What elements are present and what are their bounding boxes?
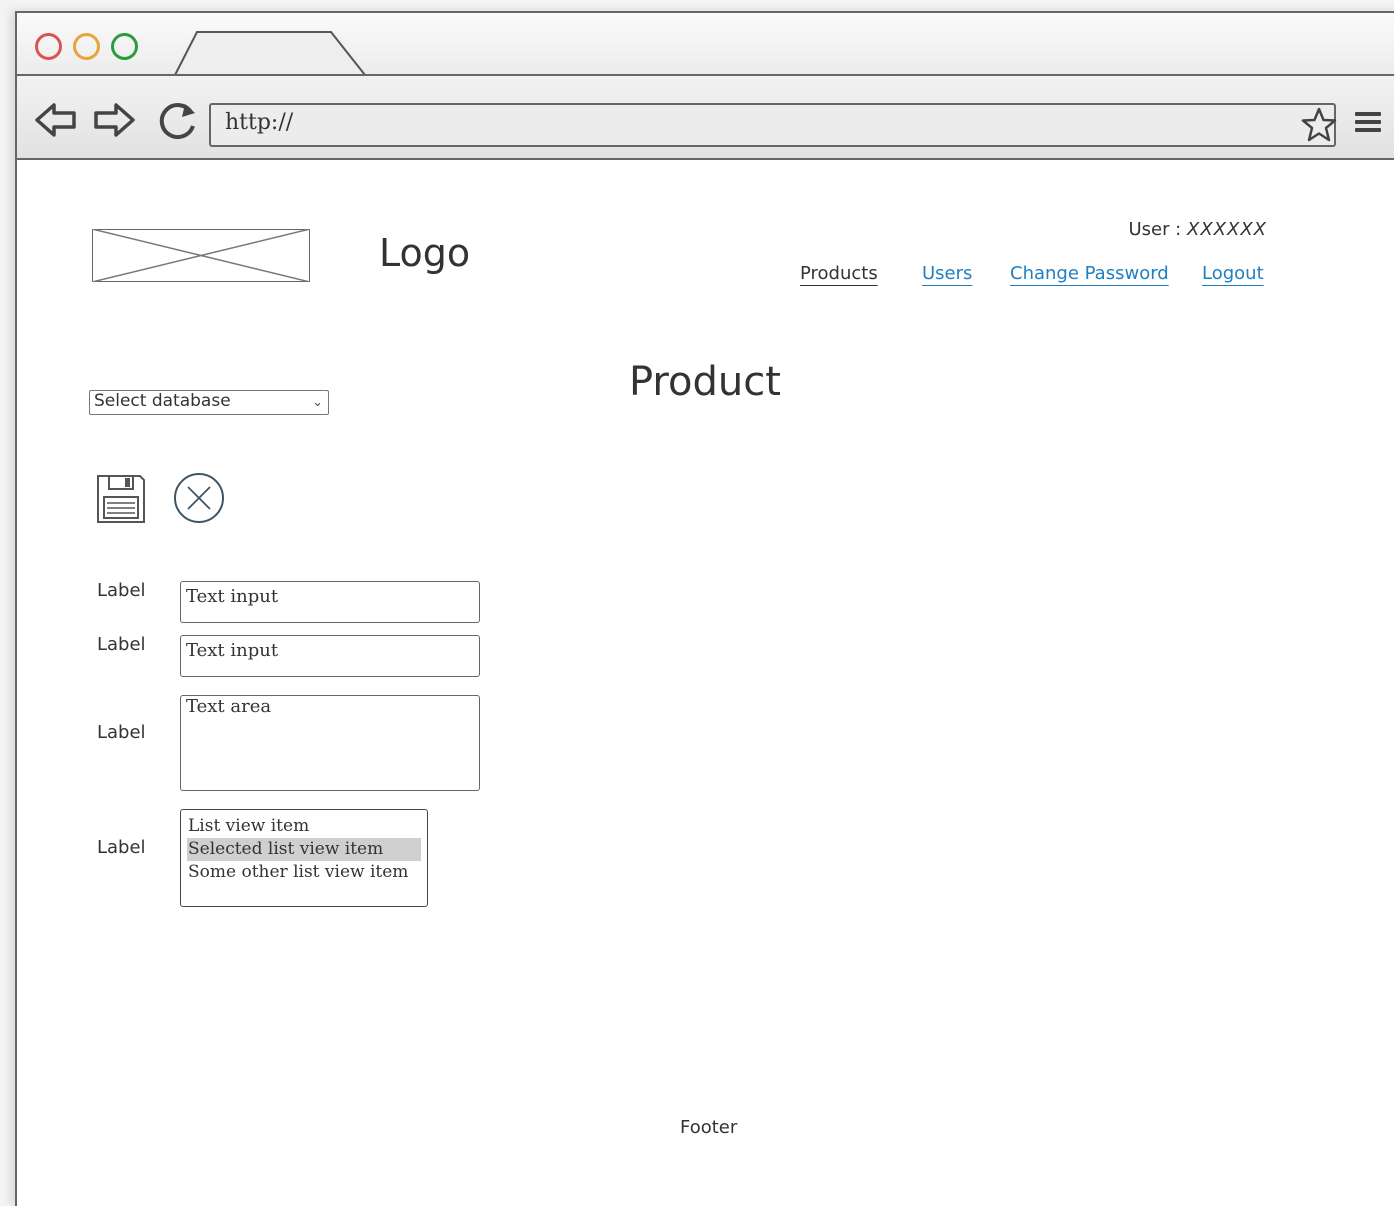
field-label-2: Label: [97, 634, 146, 655]
bookmark-star-icon[interactable]: [1301, 106, 1337, 144]
current-user: User : XXXXXX: [1077, 219, 1267, 240]
cancel-circle-icon[interactable]: [172, 471, 226, 525]
nav-change-password[interactable]: Change Password: [1010, 263, 1169, 284]
forward-arrow-icon[interactable]: [91, 98, 137, 142]
text-area[interactable]: Text area: [180, 695, 480, 791]
chevron-down-icon: ⌄: [312, 395, 323, 410]
close-window-button[interactable]: [35, 33, 62, 60]
list-view[interactable]: List view item Selected list view item S…: [180, 809, 428, 907]
minimize-window-button[interactable]: [73, 33, 100, 60]
text-input-2[interactable]: Text input: [180, 635, 480, 677]
user-label: User :: [1128, 219, 1182, 240]
field-label-1: Label: [97, 580, 146, 601]
user-name: XXXXXX: [1187, 219, 1267, 240]
address-bar[interactable]: http://: [209, 103, 1336, 147]
reload-icon[interactable]: [155, 98, 201, 142]
maximize-window-button[interactable]: [111, 33, 138, 60]
field-label-3: Label: [97, 722, 146, 743]
database-select[interactable]: Select database ⌄: [89, 390, 329, 415]
logo-image-placeholder: [91, 228, 310, 282]
browser-window: http:// Logo User : XXXXXX Products User…: [15, 11, 1394, 1206]
footer: Footer: [680, 1117, 738, 1138]
navigation-bar: http://: [17, 76, 1394, 160]
list-item-selected[interactable]: Selected list view item: [187, 838, 421, 861]
hamburger-menu-icon[interactable]: [1355, 112, 1381, 138]
back-arrow-icon[interactable]: [33, 98, 79, 142]
list-item[interactable]: List view item: [187, 815, 421, 838]
nav-logout[interactable]: Logout: [1202, 263, 1264, 284]
field-label-4: Label: [97, 837, 146, 858]
browser-tab[interactable]: [173, 29, 369, 77]
nav-products[interactable]: Products: [800, 263, 878, 284]
text-input-1[interactable]: Text input: [180, 581, 480, 623]
save-icon[interactable]: [95, 473, 147, 525]
nav-users[interactable]: Users: [922, 263, 972, 284]
database-select-value: Select database: [94, 391, 231, 411]
logo-text: Logo: [379, 231, 471, 275]
page-title: Product: [629, 359, 781, 405]
tab-bar: [17, 13, 1394, 77]
list-item[interactable]: Some other list view item: [187, 861, 421, 884]
